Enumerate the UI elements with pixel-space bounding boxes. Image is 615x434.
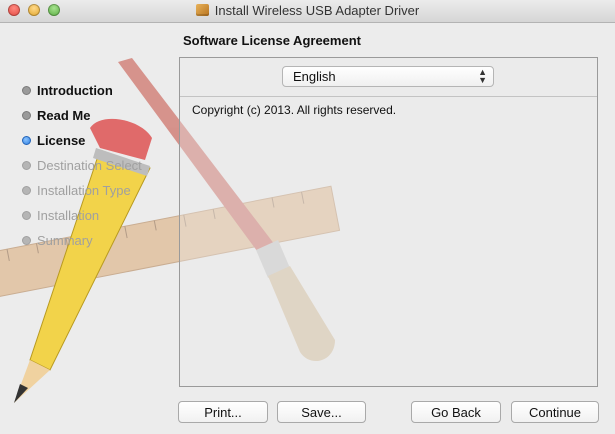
step-installation-type: Installation Type <box>22 178 142 203</box>
window-title-container: Install Wireless USB Adapter Driver <box>0 3 615 18</box>
step-label: Introduction <box>37 82 113 98</box>
package-icon <box>195 4 209 16</box>
language-select-value: English <box>293 69 336 84</box>
step-label: Summary <box>37 232 93 248</box>
step-introduction: Introduction <box>22 78 142 103</box>
step-destination-select: Destination Select <box>22 153 142 178</box>
language-select[interactable]: English ▲ ▼ <box>282 66 494 87</box>
step-label: Installation Type <box>37 182 131 198</box>
panel-divider <box>180 96 597 97</box>
continue-button[interactable]: Continue <box>511 401 599 423</box>
step-label: Destination Select <box>37 157 142 173</box>
title-bar: Install Wireless USB Adapter Driver <box>0 0 615 23</box>
license-text: Copyright (c) 2013. All rights reserved. <box>192 103 397 117</box>
step-bullet-icon <box>22 161 31 170</box>
installer-steps-list: Introduction Read Me License Destination… <box>22 78 142 253</box>
step-bullet-icon <box>22 236 31 245</box>
step-summary: Summary <box>22 228 142 253</box>
window-title: Install Wireless USB Adapter Driver <box>214 3 420 18</box>
save-button[interactable]: Save... <box>277 401 366 423</box>
step-current-bullet-icon <box>22 136 31 145</box>
license-panel: English ▲ ▼ Copyright (c) 2013. All right… <box>179 57 598 387</box>
step-installation: Installation <box>22 203 142 228</box>
step-label: Read Me <box>37 107 91 123</box>
select-arrows-icon: ▲ ▼ <box>478 67 487 85</box>
go-back-button[interactable]: Go Back <box>411 401 501 423</box>
page-title: Software License Agreement <box>183 33 361 48</box>
step-bullet-icon <box>22 186 31 195</box>
step-read-me: Read Me <box>22 103 142 128</box>
step-bullet-icon <box>22 111 31 120</box>
step-bullet-icon <box>22 86 31 95</box>
step-label: License <box>37 132 86 148</box>
step-license: License <box>22 128 142 153</box>
step-bullet-icon <box>22 211 31 220</box>
step-label: Installation <box>37 207 100 223</box>
print-button[interactable]: Print... <box>178 401 268 423</box>
